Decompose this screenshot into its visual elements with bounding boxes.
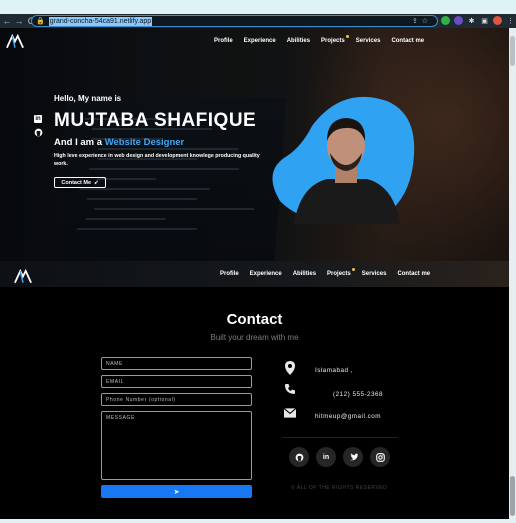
github-icon[interactable] <box>34 128 43 137</box>
site-logo[interactable] <box>6 32 24 49</box>
nav-link-projects[interactable]: Projects <box>321 35 349 44</box>
copyright-text: © ALL OF THE RIGHTS RESERVED <box>291 485 388 491</box>
paper-plane-icon: ➶ <box>94 179 99 186</box>
page-scrollbar[interactable] <box>509 28 516 519</box>
hero-name: MUJTABA SHAFIQUE <box>54 110 257 131</box>
phone-input[interactable]: Phone Number (optional) <box>101 393 252 406</box>
url-text[interactable]: grand-concha-54ca91.netlify.app <box>48 16 153 26</box>
hero-section: Profile Experience Abilities Projects Se… <box>0 28 509 261</box>
sticky-nav-links: Profile Experience Abilities Projects Se… <box>220 268 430 277</box>
share-star-icons[interactable]: ⇪☆ <box>412 17 432 25</box>
sticky-navbar: Profile Experience Abilities Projects Se… <box>0 261 509 287</box>
contact-page-section: Profile Experience Abilities Projects Se… <box>0 261 509 519</box>
location-pin-icon <box>285 361 295 375</box>
page-viewport: Profile Experience Abilities Projects Se… <box>0 28 509 519</box>
scrollbar-thumb[interactable] <box>510 476 515 516</box>
github-icon <box>295 453 303 461</box>
contact-title: Contact <box>226 311 283 328</box>
nav-link-abilities[interactable]: Abilities <box>287 38 310 44</box>
hero-description: High leve experience in web design and d… <box>54 153 260 167</box>
profile-avatar[interactable] <box>493 16 502 25</box>
hero-role-highlight: Website Designer <box>104 137 185 148</box>
github-button[interactable] <box>289 447 309 467</box>
nav-link-contact[interactable]: Contact me <box>391 38 424 44</box>
hero-role: And I am a Website Designer <box>54 137 184 148</box>
contact-me-label: Contact Me <box>61 179 92 186</box>
message-textarea[interactable]: MESSAGE <box>101 411 252 480</box>
twitter-button[interactable] <box>343 447 363 467</box>
nav-links: Profile Experience Abilities Projects Se… <box>214 35 424 44</box>
address-bar[interactable]: 🔒 grand-concha-54ca91.netlify.app ⇪☆ <box>31 15 438 27</box>
email-input[interactable]: EMAIL <box>101 375 252 388</box>
linkedin-icon[interactable]: in <box>34 115 42 123</box>
name-input[interactable]: NAME <box>101 357 252 370</box>
hero-greeting: Hello, My name is <box>54 94 122 103</box>
twitter-icon <box>348 453 358 461</box>
contact-phone: (212) 555-2368 <box>333 391 384 398</box>
puzzle-icon[interactable]: ✱ <box>467 16 476 25</box>
extensions-area: ✱ ▣ ⋮ <box>441 16 515 25</box>
extension-green-icon[interactable] <box>441 16 450 25</box>
send-button[interactable]: ➤ <box>101 485 252 498</box>
sticky-nav-link-projects-label: Projects <box>327 271 351 277</box>
screen: ← → C 🔒 grand-concha-54ca91.netlify.app … <box>0 0 516 523</box>
extension-purple-icon[interactable] <box>454 16 463 25</box>
phone-icon <box>285 384 295 394</box>
linkedin-button[interactable]: in <box>316 447 336 467</box>
contact-me-button[interactable]: Contact Me ➶ <box>54 177 106 188</box>
contact-email: hitmeup@gmail.com <box>315 413 381 420</box>
sticky-nav-link-contact[interactable]: Contact me <box>397 271 430 277</box>
sticky-nav-link-profile[interactable]: Profile <box>220 271 239 277</box>
nav-link-profile[interactable]: Profile <box>214 38 233 44</box>
profile-portrait <box>272 96 415 224</box>
paper-plane-icon: ➤ <box>173 488 180 496</box>
menu-dots-icon[interactable]: ⋮ <box>506 16 515 25</box>
sticky-nav-link-abilities[interactable]: Abilities <box>293 271 316 277</box>
nav-link-projects-label: Projects <box>321 38 345 44</box>
sticky-nav-link-projects[interactable]: Projects <box>327 268 355 277</box>
instagram-icon <box>375 452 385 462</box>
sidepanel-icon[interactable]: ▣ <box>480 16 489 25</box>
nav-badge-dot <box>345 35 349 38</box>
contact-divider <box>282 437 398 438</box>
nav-link-experience[interactable]: Experience <box>244 38 276 44</box>
hero-role-prefix: And I am a <box>54 137 103 148</box>
browser-toolbar: ← → C 🔒 grand-concha-54ca91.netlify.app … <box>0 14 516 28</box>
envelope-icon <box>284 408 296 418</box>
sticky-nav-link-experience[interactable]: Experience <box>250 271 282 277</box>
back-icon[interactable]: ← <box>2 16 12 26</box>
linkedin-icon: in <box>322 453 330 461</box>
site-logo-secondary[interactable] <box>14 267 32 284</box>
nav-link-services[interactable]: Services <box>356 38 381 44</box>
contact-location: Islamabad , <box>315 367 354 374</box>
sticky-nav-link-services[interactable]: Services <box>362 271 387 277</box>
instagram-button[interactable] <box>370 447 390 467</box>
scrollbar-thumb-upper[interactable] <box>510 36 515 66</box>
site-navbar: Profile Experience Abilities Projects Se… <box>0 28 509 54</box>
contact-subtitle: Built your dream with me <box>210 333 299 342</box>
forward-icon[interactable]: → <box>14 16 24 26</box>
sticky-nav-badge-dot <box>351 268 355 271</box>
lock-icon: 🔒 <box>36 18 45 25</box>
